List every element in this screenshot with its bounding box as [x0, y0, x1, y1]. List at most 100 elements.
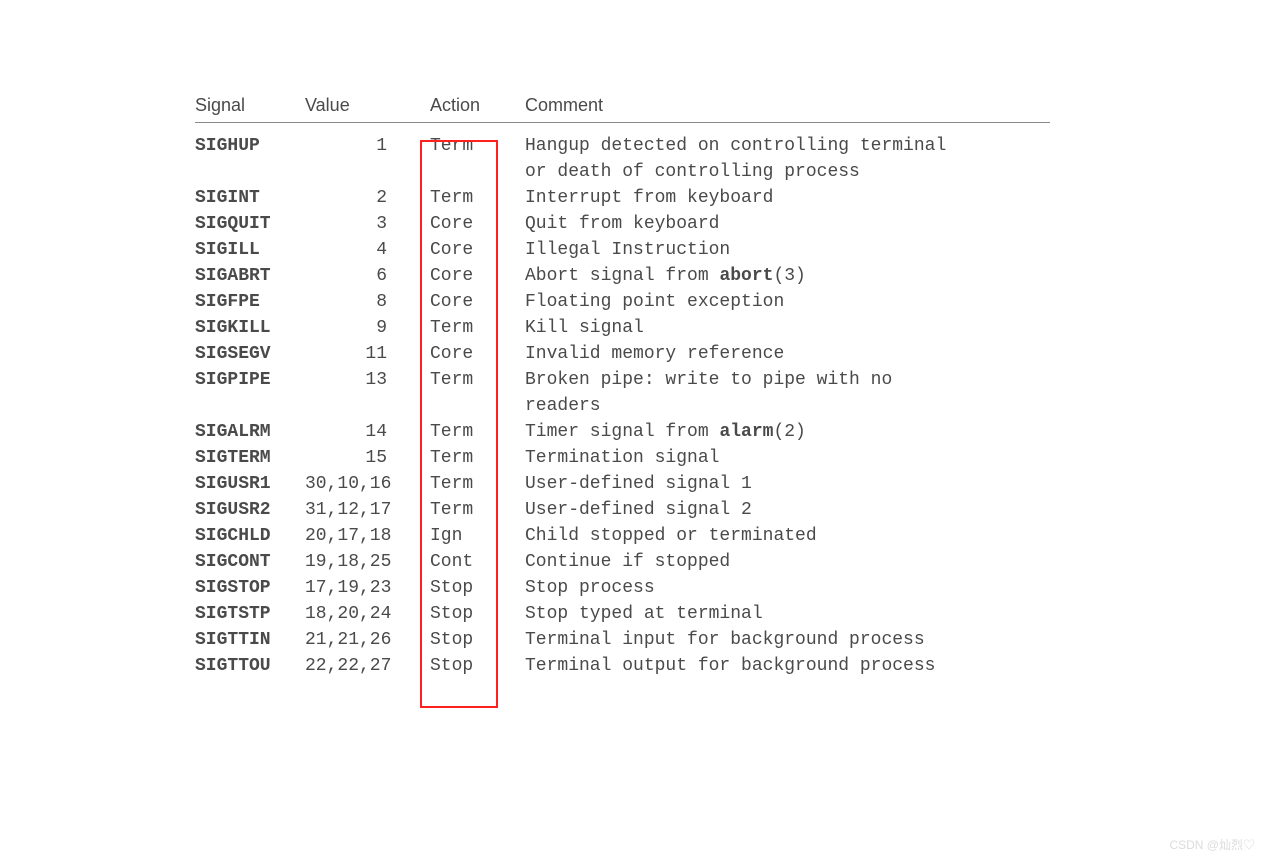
- signal-comment-continuation: or death of controlling process: [525, 159, 1045, 185]
- header-action: Action: [430, 95, 525, 116]
- signal-action: Term: [430, 133, 525, 159]
- table-row: SIGABRT6CoreAbort signal from abort(3): [195, 263, 1265, 289]
- signal-comment: Floating point exception: [525, 289, 1045, 315]
- table-row: SIGUSR130,10,16TermUser-defined signal 1: [195, 471, 1265, 497]
- signal-comment: Interrupt from keyboard: [525, 185, 1045, 211]
- signal-action: Stop: [430, 627, 525, 653]
- signal-name: SIGKILL: [195, 315, 305, 341]
- table-row: SIGHUP1TermHangup detected on controllin…: [195, 133, 1265, 159]
- header-signal: Signal: [195, 95, 305, 116]
- signal-name: SIGABRT: [195, 263, 305, 289]
- signal-value: 1: [305, 133, 430, 159]
- signal-comment: Invalid memory reference: [525, 341, 1045, 367]
- signal-name: SIGUSR2: [195, 497, 305, 523]
- table-row: SIGTTOU22,22,27StopTerminal output for b…: [195, 653, 1265, 679]
- signal-value: 6: [305, 263, 430, 289]
- signal-comment: Stop typed at terminal: [525, 601, 1045, 627]
- signal-comment: Continue if stopped: [525, 549, 1045, 575]
- signal-value: 31,12,17: [305, 497, 430, 523]
- signal-action: Stop: [430, 653, 525, 679]
- signal-value: 17,19,23: [305, 575, 430, 601]
- signal-name: SIGINT: [195, 185, 305, 211]
- signal-action: Term: [430, 315, 525, 341]
- signal-value: 20,17,18: [305, 523, 430, 549]
- signal-action: Term: [430, 367, 525, 393]
- signal-value: 15: [305, 445, 430, 471]
- table-row: SIGFPE8CoreFloating point exception: [195, 289, 1265, 315]
- signal-action: Term: [430, 497, 525, 523]
- signal-action: Core: [430, 211, 525, 237]
- header-divider: [195, 122, 1050, 123]
- signal-action: Ign: [430, 523, 525, 549]
- signal-action: Core: [430, 289, 525, 315]
- table-body: SIGHUP1TermHangup detected on controllin…: [195, 133, 1265, 679]
- table-row: SIGSEGV11CoreInvalid memory reference: [195, 341, 1265, 367]
- table-row: SIGCHLD20,17,18IgnChild stopped or termi…: [195, 523, 1265, 549]
- signal-value: 18,20,24: [305, 601, 430, 627]
- table-row: SIGALRM14TermTimer signal from alarm(2): [195, 419, 1265, 445]
- signal-comment: Termination signal: [525, 445, 1045, 471]
- signal-value: 3: [305, 211, 430, 237]
- signal-action: Core: [430, 341, 525, 367]
- signal-value: 4: [305, 237, 430, 263]
- signal-comment: Broken pipe: write to pipe with no: [525, 367, 1045, 393]
- signal-action: Term: [430, 185, 525, 211]
- signal-name: SIGPIPE: [195, 367, 305, 393]
- signal-name: SIGILL: [195, 237, 305, 263]
- signal-value: 13: [305, 367, 430, 393]
- signal-comment: Child stopped or terminated: [525, 523, 1045, 549]
- signal-comment: User-defined signal 2: [525, 497, 1045, 523]
- signal-name: SIGSEGV: [195, 341, 305, 367]
- signal-comment-continuation: readers: [525, 393, 1045, 419]
- signal-name: SIGTTOU: [195, 653, 305, 679]
- table-row: SIGILL4CoreIllegal Instruction: [195, 237, 1265, 263]
- signal-value: 2: [305, 185, 430, 211]
- table-row: SIGUSR231,12,17TermUser-defined signal 2: [195, 497, 1265, 523]
- table-row: SIGSTOP17,19,23StopStop process: [195, 575, 1265, 601]
- signal-name: SIGCONT: [195, 549, 305, 575]
- table-row: SIGTTIN21,21,26StopTerminal input for ba…: [195, 627, 1265, 653]
- signal-value: 14: [305, 419, 430, 445]
- table-row: SIGINT2TermInterrupt from keyboard: [195, 185, 1265, 211]
- signal-value: 30,10,16: [305, 471, 430, 497]
- table-header: Signal Value Action Comment: [195, 95, 1265, 122]
- signal-action: Term: [430, 445, 525, 471]
- signal-action: Term: [430, 471, 525, 497]
- signal-comment: User-defined signal 1: [525, 471, 1045, 497]
- signal-comment: Kill signal: [525, 315, 1045, 341]
- signal-comment: Hangup detected on controlling terminal: [525, 133, 1045, 159]
- signal-value: 19,18,25: [305, 549, 430, 575]
- header-value: Value: [305, 95, 430, 116]
- signal-comment: Terminal output for background process: [525, 653, 1045, 679]
- header-comment: Comment: [525, 95, 1045, 116]
- table-row: SIGKILL9TermKill signal: [195, 315, 1265, 341]
- signal-value: 9: [305, 315, 430, 341]
- signal-action: Core: [430, 237, 525, 263]
- signal-name: SIGHUP: [195, 133, 305, 159]
- table-row: SIGTSTP18,20,24StopStop typed at termina…: [195, 601, 1265, 627]
- signal-comment: Abort signal from abort(3): [525, 263, 1045, 289]
- signal-value: 11: [305, 341, 430, 367]
- signal-table: Signal Value Action Comment SIGHUP1TermH…: [0, 0, 1265, 679]
- signal-name: SIGUSR1: [195, 471, 305, 497]
- signal-comment: Timer signal from alarm(2): [525, 419, 1045, 445]
- signal-action: Term: [430, 419, 525, 445]
- signal-action: Cont: [430, 549, 525, 575]
- signal-value: 8: [305, 289, 430, 315]
- signal-name: SIGTSTP: [195, 601, 305, 627]
- signal-comment: Quit from keyboard: [525, 211, 1045, 237]
- signal-action: Stop: [430, 575, 525, 601]
- table-row: SIGPIPE13TermBroken pipe: write to pipe …: [195, 367, 1265, 393]
- signal-name: SIGSTOP: [195, 575, 305, 601]
- watermark-text: CSDN @灿烈♡: [1169, 836, 1255, 853]
- signal-value: 21,21,26: [305, 627, 430, 653]
- signal-action: Stop: [430, 601, 525, 627]
- signal-name: SIGALRM: [195, 419, 305, 445]
- table-row: SIGQUIT3CoreQuit from keyboard: [195, 211, 1265, 237]
- signal-comment: Terminal input for background process: [525, 627, 1045, 653]
- signal-name: SIGTTIN: [195, 627, 305, 653]
- signal-comment: Illegal Instruction: [525, 237, 1045, 263]
- signal-name: SIGTERM: [195, 445, 305, 471]
- signal-comment: Stop process: [525, 575, 1045, 601]
- signal-value: 22,22,27: [305, 653, 430, 679]
